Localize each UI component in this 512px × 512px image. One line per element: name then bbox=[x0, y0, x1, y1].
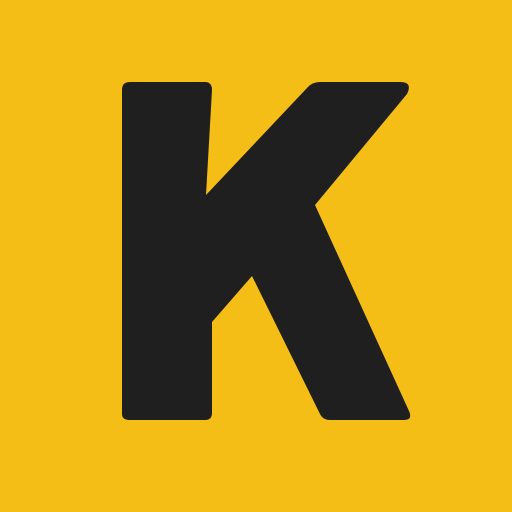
letter-k-shape bbox=[122, 82, 411, 420]
app-icon: K bbox=[0, 0, 512, 512]
letter-k-icon bbox=[122, 82, 411, 420]
